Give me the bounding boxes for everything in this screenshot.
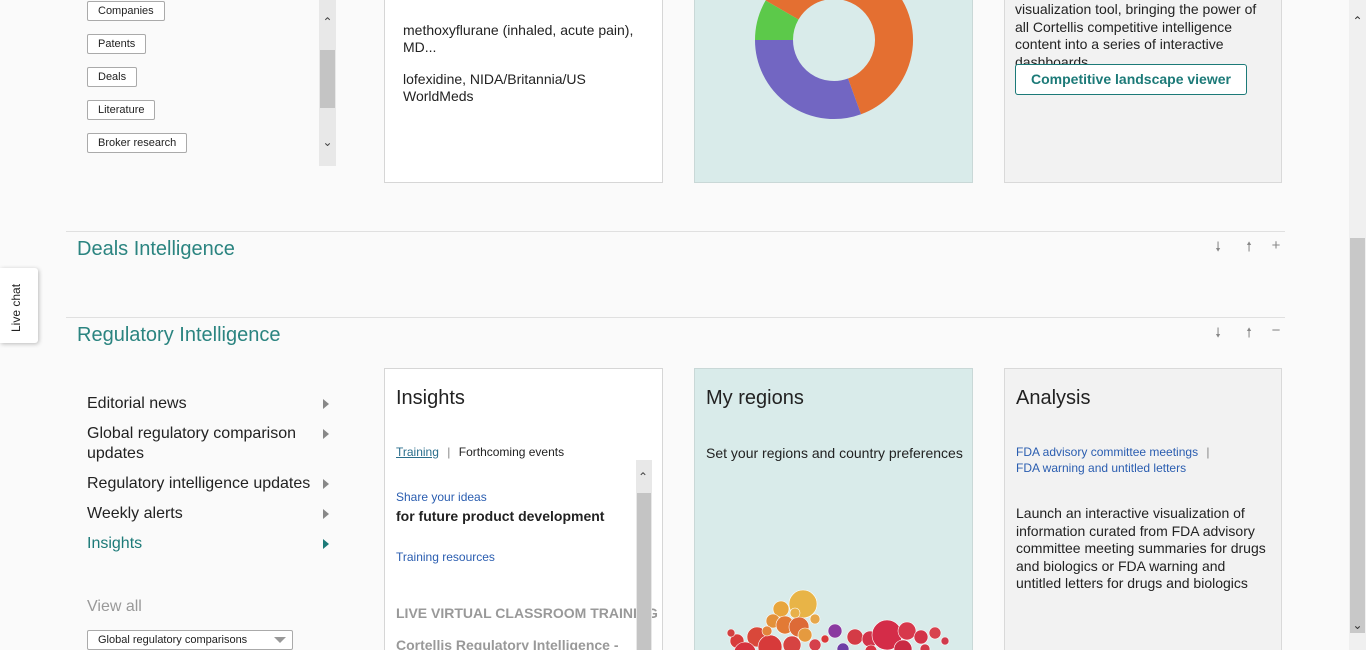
donut-segment[interactable] (755, 0, 799, 41)
region-bubble[interactable] (808, 638, 822, 650)
competitive-landscape-viewer-button[interactable]: Competitive landscape viewer (1015, 64, 1247, 95)
chip-patents[interactable]: Patents (87, 34, 147, 54)
caret-right-icon[interactable] (323, 399, 329, 409)
chevron-up-icon[interactable]: ⌃ (1351, 14, 1364, 28)
donut-chart-card (694, 0, 973, 183)
link-separator: | (1206, 445, 1210, 459)
my-regions-card: My regions Set your regions and country … (694, 368, 973, 650)
region-bubble[interactable] (897, 621, 917, 641)
scrollbar-thumb[interactable] (637, 493, 651, 650)
view-all-link[interactable]: View all (87, 598, 142, 616)
insights-title: Insights (396, 387, 465, 409)
move-down-icon[interactable]: 🠗 (1211, 240, 1225, 254)
move-up-icon[interactable]: 🠕 (1242, 326, 1256, 340)
insights-tabs: Training | Forthcoming events (396, 445, 564, 459)
world-bubble-map[interactable] (695, 369, 973, 650)
chevron-down-icon[interactable]: ⌄ (322, 136, 333, 148)
scrollbar-thumb[interactable] (1350, 238, 1365, 633)
drugs-card: methoxyflurane (inhaled, acute pain), MD… (384, 0, 663, 183)
tab-separator: | (447, 445, 451, 459)
region-bubble[interactable] (726, 628, 736, 638)
section-divider (66, 317, 1285, 318)
comparison-select[interactable]: Global regulatory comparisons (87, 630, 293, 650)
region-bubble[interactable] (836, 642, 850, 650)
chip-literature[interactable]: Literature (87, 100, 156, 120)
share-ideas-link[interactable]: Share your ideas (396, 490, 487, 504)
chip-list-scrollbar[interactable]: ⌃ ⌄ (319, 0, 336, 166)
insights-card: Insights Training | Forthcoming events S… (384, 368, 663, 650)
tab-forthcoming-events[interactable]: Forthcoming events (459, 445, 564, 459)
region-bubble[interactable] (928, 626, 942, 640)
live-chat-label: Live chat (9, 283, 23, 332)
move-up-icon[interactable]: 🠕 (1242, 240, 1256, 254)
dropdown-caret-icon (274, 637, 286, 643)
analysis-title: Analysis (1016, 387, 1091, 409)
nav-item-insights[interactable]: Insights (87, 534, 312, 554)
chevron-up-icon[interactable]: ⌃ (322, 16, 333, 28)
tab-training[interactable]: Training (396, 445, 439, 459)
cli-card: visualization tool, bringing the power o… (1004, 0, 1282, 183)
caret-right-icon[interactable] (323, 539, 329, 549)
region-bubble[interactable] (940, 636, 950, 646)
comparison-select-value: Global regulatory comparisons (98, 634, 248, 646)
live-training-heading: LIVE VIRTUAL CLASSROOM TRAINING (396, 605, 658, 621)
cli-description: visualization tool, bringing the power o… (1015, 1, 1257, 70)
chip-companies[interactable]: Companies (87, 1, 165, 21)
analysis-links: FDA advisory committee meetings | (1016, 445, 1210, 459)
region-bubble[interactable] (782, 635, 802, 650)
donut-segment[interactable] (755, 39, 862, 119)
chevron-up-icon[interactable]: ⌃ (638, 470, 648, 484)
chip-broker-research[interactable]: Broker research (87, 133, 188, 153)
deals-intelligence-title[interactable]: Deals Intelligence (77, 238, 235, 261)
region-bubble[interactable] (919, 643, 931, 650)
nav-item-weekly-alerts[interactable]: Weekly alerts (87, 504, 312, 524)
collapse-icon[interactable]: − (1269, 323, 1283, 338)
fda-advisory-committee-link[interactable]: FDA advisory committee meetings (1016, 445, 1198, 459)
insights-scrollbar[interactable]: ⌃ (636, 460, 652, 650)
nav-item-editorial-news[interactable]: Editorial news (87, 394, 312, 414)
chip-deals[interactable]: Deals (87, 67, 138, 87)
region-bubble[interactable] (846, 628, 864, 646)
region-bubble[interactable] (797, 627, 813, 643)
drug-item[interactable]: lofexidine, NIDA/Britannia/US WorldMeds (403, 71, 653, 105)
region-bubble[interactable] (820, 634, 830, 644)
nav-item-regulatory-intelligence-updates[interactable]: Regulatory intelligence updates (87, 474, 312, 494)
chevron-down-icon[interactable]: ⌄ (1351, 618, 1364, 632)
region-bubble[interactable] (913, 629, 929, 645)
regulatory-intelligence-title[interactable]: Regulatory Intelligence (77, 324, 280, 347)
donut-chart (755, 0, 913, 119)
expand-icon[interactable]: + (1269, 238, 1283, 253)
drug-item[interactable]: methoxyflurane (inhaled, acute pain), MD… (403, 22, 653, 56)
fda-warning-letters-link[interactable]: FDA warning and untitled letters (1016, 461, 1186, 475)
move-down-icon[interactable]: 🠗 (1211, 326, 1225, 340)
analysis-description: Launch an interactive visualization of i… (1016, 505, 1266, 591)
nav-item-global-regulatory-comparison-updates[interactable]: Global regulatory comparison updates (87, 424, 312, 464)
page-scrollbar[interactable]: ⌃ ⌄ (1349, 0, 1366, 650)
section-divider (66, 231, 1285, 232)
share-ideas-text: for future product development (396, 508, 605, 524)
training-resources-link[interactable]: Training resources (396, 550, 495, 564)
region-bubble[interactable] (789, 607, 801, 619)
region-bubble[interactable] (809, 613, 821, 625)
region-bubble[interactable] (761, 625, 773, 637)
analysis-card: Analysis FDA advisory committee meetings… (1004, 368, 1282, 650)
caret-right-icon[interactable] (323, 429, 329, 439)
page: Companies Patents Deals Literature Broke… (0, 0, 1366, 650)
caret-right-icon[interactable] (323, 509, 329, 519)
caret-right-icon[interactable] (323, 479, 329, 489)
course-title[interactable]: Cortellis Regulatory Intelligence - (396, 637, 619, 650)
region-bubble[interactable] (827, 623, 843, 639)
live-chat-button[interactable]: Live chat (0, 268, 38, 343)
scrollbar-thumb[interactable] (320, 50, 335, 108)
